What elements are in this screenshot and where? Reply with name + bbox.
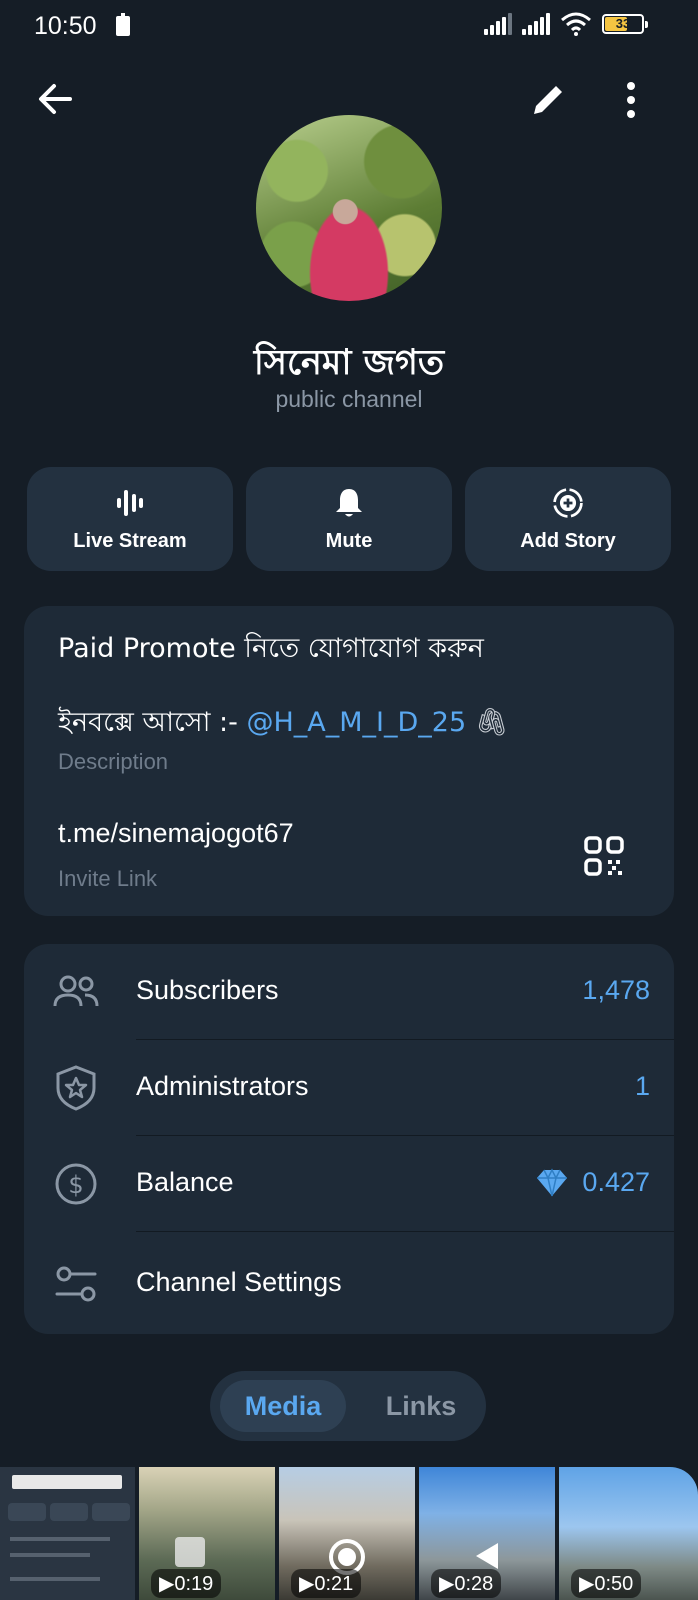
qr-code-icon <box>584 836 624 876</box>
media-thumbnail[interactable]: ▶0:21 <box>279 1467 415 1600</box>
paperclip-emoji: 🖇 <box>474 707 510 738</box>
wifi-icon <box>561 12 591 36</box>
invite-link[interactable]: t.me/sinemajogot67 <box>58 818 294 849</box>
signal-icon <box>484 13 512 35</box>
live-stream-button[interactable]: Live Stream <box>27 467 233 571</box>
battery-level: 33 <box>615 16 631 31</box>
bell-icon <box>332 486 366 520</box>
settings-sliders-icon <box>52 1260 100 1308</box>
back-button[interactable] <box>34 78 76 120</box>
balance-row[interactable] <box>24 1136 674 1232</box>
video-duration: ▶0:19 <box>151 1569 222 1598</box>
administrators-count: 1 <box>634 1071 650 1101</box>
administrators-row[interactable] <box>24 1040 674 1136</box>
tab-media[interactable]: Media <box>220 1380 346 1432</box>
dollar-icon: $ <box>52 1160 100 1208</box>
video-duration: ▶0:21 <box>291 1569 362 1598</box>
channel-avatar[interactable] <box>256 115 442 301</box>
subscribers-label: Subscribers <box>136 975 279 1005</box>
invite-link-label: Invite Link <box>58 866 158 891</box>
diamond-icon <box>536 1168 568 1203</box>
channel-type: public channel <box>275 386 423 412</box>
mute-button[interactable]: Mute <box>246 467 452 571</box>
description-line-1: Paid Promote নিতে যোগাযোগ করুন <box>58 633 484 664</box>
media-thumbnail[interactable]: ▶0:28 <box>419 1467 555 1600</box>
qr-code-button[interactable] <box>583 835 625 877</box>
media-thumbnail[interactable]: ▶0:50 <box>559 1467 698 1600</box>
video-duration: ▶0:50 <box>571 1569 642 1598</box>
subscribers-count: 1,478 <box>582 975 650 1005</box>
status-time: 10:50 <box>34 12 97 40</box>
channel-settings-row[interactable] <box>24 1232 674 1332</box>
battery-icon: 33 <box>602 14 648 34</box>
balance-label: Balance <box>136 1167 234 1197</box>
tab-links[interactable]: Links <box>366 1380 476 1432</box>
pencil-icon <box>534 86 562 114</box>
status-icons: 33 <box>484 12 648 36</box>
more-vertical-icon <box>627 82 635 118</box>
balance-amount: 0.427 <box>582 1167 650 1197</box>
media-thumbnail[interactable]: ▶0:19 <box>139 1467 275 1600</box>
svg-text:$: $ <box>68 1171 83 1199</box>
subscribers-row[interactable] <box>24 944 674 1040</box>
live-stream-icon <box>113 486 147 520</box>
arrow-left-icon <box>39 84 72 114</box>
mute-label: Mute <box>325 529 373 552</box>
mention-link[interactable]: @H_A_M_I_D_25 <box>246 707 466 738</box>
admin-shield-icon <box>52 1064 100 1112</box>
description-prefix: ইনবক্সে আসো :- <box>58 707 247 738</box>
video-duration: ▶0:28 <box>431 1569 502 1598</box>
description-line-2: ইনবক্সে আসো :- @H_A_M_I_D_25 🖇 <box>58 702 509 747</box>
battery-saver-icon <box>116 13 130 36</box>
signal-icon <box>522 13 550 35</box>
description-label: Description <box>58 749 169 774</box>
channel-settings-label: Channel Settings <box>136 1267 342 1297</box>
add-story-icon <box>551 486 585 520</box>
add-story-label: Add Story <box>520 529 616 552</box>
edit-button[interactable] <box>528 80 568 120</box>
subscribers-icon <box>52 968 100 1016</box>
live-stream-label: Live Stream <box>73 529 187 552</box>
add-story-button[interactable]: Add Story <box>465 467 671 571</box>
more-options-button[interactable] <box>618 80 644 120</box>
administrators-label: Administrators <box>136 1071 309 1101</box>
media-thumbnail[interactable] <box>0 1467 135 1600</box>
